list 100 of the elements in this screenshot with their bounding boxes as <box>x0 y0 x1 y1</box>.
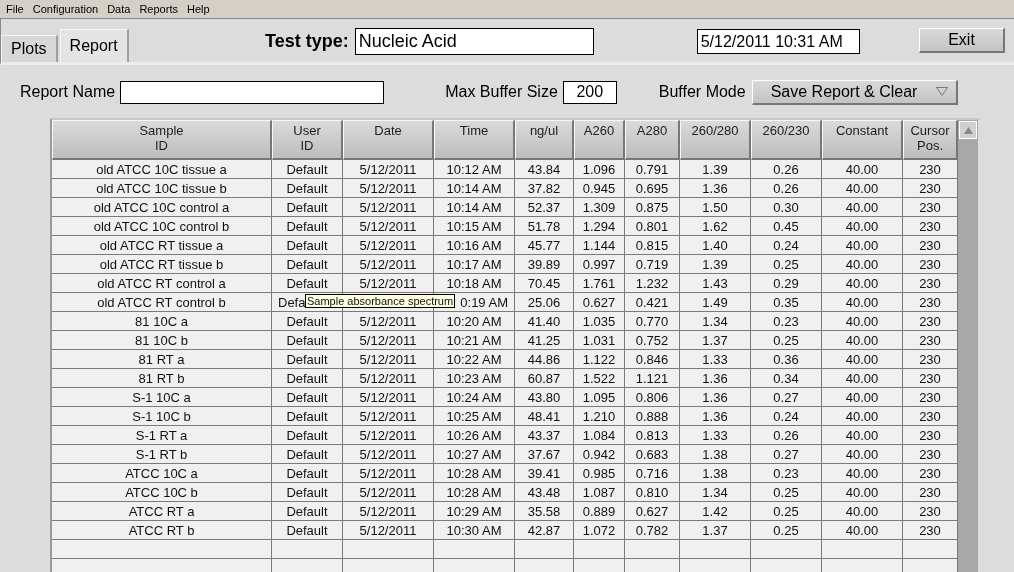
table-cell: 40.00 <box>822 483 903 502</box>
table-cell: 10:14 AM <box>434 179 515 198</box>
table-cell: 5/12/2011 <box>343 407 434 426</box>
table-cell: 48.41 <box>515 407 574 426</box>
column-header[interactable]: Date <box>343 120 434 160</box>
table-cell: old ATCC 10C tissue b <box>52 179 272 198</box>
table-cell: Default <box>272 274 343 293</box>
column-header[interactable]: 260/280 <box>680 120 751 160</box>
tab[interactable]: Report <box>59 29 129 62</box>
table-cell: 0.813 <box>625 426 680 445</box>
table-cell: 44.86 <box>515 350 574 369</box>
table-cell: 1.50 <box>680 198 751 217</box>
table-cell: 40.00 <box>822 217 903 236</box>
report-name-field[interactable] <box>120 80 385 104</box>
table-cell: 1.38 <box>680 464 751 483</box>
table-cell: 1.37 <box>680 331 751 350</box>
table-cell: 1.522 <box>574 369 625 388</box>
menu-item[interactable]: File <box>6 3 24 15</box>
table-cell: 35.58 <box>515 502 574 521</box>
table-cell: Default <box>272 369 343 388</box>
table-cell: 0.25 <box>751 331 822 350</box>
table-cell: 1.40 <box>680 236 751 255</box>
table-cell: 40.00 <box>822 445 903 464</box>
column-header[interactable]: A260 <box>574 120 625 160</box>
table-cell: 40.00 <box>822 331 903 350</box>
table-cell: 40.00 <box>822 502 903 521</box>
table-cell: 81 RT a <box>52 350 272 369</box>
table-cell: 0.752 <box>625 331 680 350</box>
menu-item[interactable]: Configuration <box>32 3 99 15</box>
table-cell: 1.33 <box>680 350 751 369</box>
table-cell: 0.25 <box>751 521 822 540</box>
table-cell: 45.77 <box>515 236 574 255</box>
column-header[interactable]: Cursor Pos. <box>903 120 958 160</box>
empty-table-cell <box>751 540 822 559</box>
column-header[interactable]: A280 <box>625 120 680 160</box>
exit-button[interactable]: Exit <box>919 28 1005 53</box>
table-cell: 10:21 AM <box>434 331 515 350</box>
table-cell: 5/12/2011 <box>343 483 434 502</box>
scroll-up-icon[interactable] <box>963 126 973 134</box>
table-cell: 1.095 <box>574 388 625 407</box>
table-cell: ATCC RT a <box>52 502 272 521</box>
table-cell: 43.84 <box>515 160 574 179</box>
table-cell: 0.719 <box>625 255 680 274</box>
table-cell: 1.36 <box>680 388 751 407</box>
table-cell: 10:28 AM <box>434 483 515 502</box>
table-cell: 0.25 <box>751 255 822 274</box>
max-buffer-label: Max Buffer Size <box>445 83 558 101</box>
max-buffer-field[interactable]: 200 <box>562 80 617 104</box>
table-cell: 0.810 <box>625 483 680 502</box>
table-cell: 0.815 <box>625 236 680 255</box>
table-cell: 0.45 <box>751 217 822 236</box>
table-cell: 39.41 <box>515 464 574 483</box>
column-header[interactable]: Sample ID <box>52 120 272 160</box>
scrollbar[interactable] <box>958 120 978 572</box>
test-type-field[interactable]: Nucleic Acid <box>354 28 594 55</box>
column-header[interactable]: Constant <box>822 120 903 160</box>
table-cell: old ATCC 10C control b <box>52 217 272 236</box>
table-cell: 40.00 <box>822 198 903 217</box>
table-cell: 10:22 AM <box>434 350 515 369</box>
table-cell: 0.627 <box>625 502 680 521</box>
table-cell: Default <box>272 426 343 445</box>
table-cell: 41.25 <box>515 331 574 350</box>
table-cell: ATCC 10C b <box>52 483 272 502</box>
menu-item[interactable]: Data <box>107 3 131 15</box>
table-cell: Default <box>272 217 343 236</box>
table-cell: 5/12/2011 <box>343 236 434 255</box>
datetime-field: 5/12/2011 10:31 AM <box>696 29 860 54</box>
menu-item[interactable]: Reports <box>139 3 178 15</box>
table-cell: 5/12/2011 <box>343 217 434 236</box>
table-cell: 1.072 <box>574 521 625 540</box>
column-header[interactable]: ng/ul <box>515 120 574 160</box>
table-cell: 0.985 <box>574 464 625 483</box>
table-cell: S-1 10C b <box>52 407 272 426</box>
buffer-mode-dropdown[interactable]: Save Report & Clear <box>751 79 958 105</box>
table-cell: 42.87 <box>515 521 574 540</box>
column-header[interactable]: User ID <box>272 120 343 160</box>
table-cell: 5/12/2011 <box>343 160 434 179</box>
table-cell: Default <box>272 407 343 426</box>
table-cell: 0.34 <box>751 369 822 388</box>
column-header[interactable]: 260/230 <box>751 120 822 160</box>
table-cell: 10:30 AM <box>434 521 515 540</box>
table-cell: 5/12/2011 <box>343 426 434 445</box>
table-cell: 37.67 <box>515 445 574 464</box>
menu-item[interactable]: Help <box>186 3 210 15</box>
column-header[interactable]: Time <box>434 120 515 160</box>
table-cell: 1.761 <box>574 274 625 293</box>
table-cell: 41.40 <box>515 312 574 331</box>
table-cell: 0.26 <box>751 426 822 445</box>
table-cell: 81 10C a <box>52 312 272 331</box>
table-cell: 5/12/2011 <box>343 331 434 350</box>
table-cell: Default <box>272 464 343 483</box>
empty-table-cell <box>680 540 751 559</box>
table-cell: old ATCC 10C control a <box>52 198 272 217</box>
table-cell: 1.33 <box>680 426 751 445</box>
table-cell: 10:17 AM <box>434 255 515 274</box>
table-cell: 0.627 <box>574 293 625 312</box>
table-cell: Default <box>272 521 343 540</box>
tab[interactable]: Plots <box>1 35 58 62</box>
table-cell: Default <box>272 483 343 502</box>
table-cell: 10:25 AM <box>434 407 515 426</box>
